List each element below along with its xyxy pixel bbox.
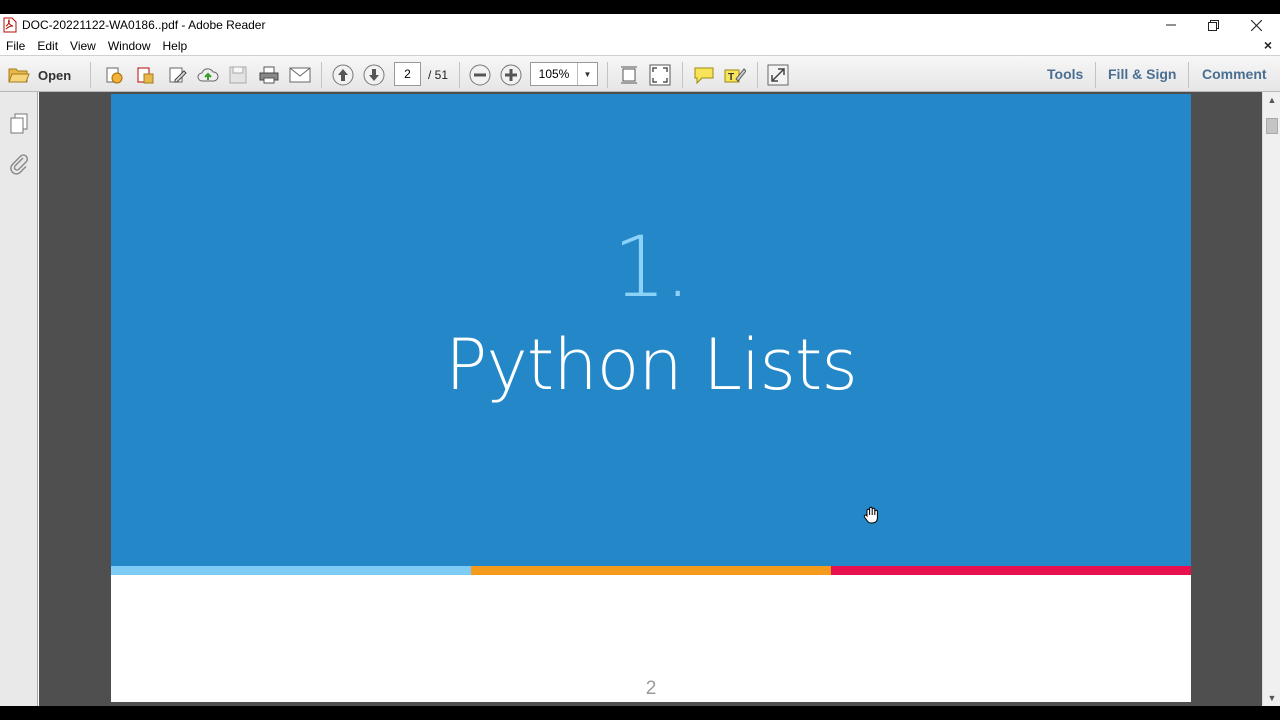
zoom-select[interactable]: 105% ▼ [530,62,598,86]
toolbar-divider [682,62,683,88]
close-icon [1250,19,1262,31]
restore-button[interactable] [1192,14,1234,36]
toolbar-divider [90,62,91,88]
scroll-up-icon[interactable]: ▲ [1263,92,1280,108]
print-icon [259,66,279,84]
document-view[interactable]: 1. Python Lists 2 [39,92,1262,706]
minimize-button[interactable] [1150,14,1192,36]
screen-top-border [0,0,1280,14]
page-total: / 51 [428,68,449,82]
toolbar-divider [1188,62,1189,88]
open-label: Open [38,67,72,83]
attachments-button[interactable] [7,152,31,176]
zoom-value: 105% [538,67,570,81]
zoom-out-icon [469,64,491,86]
toolbar: Open 2 / 51 105% ▼ T Tools Fill & Sign C… [0,55,1280,92]
fullscreen-icon [767,64,789,86]
hand-cursor-icon [863,506,878,524]
svg-text:T: T [728,72,734,83]
zoom-out-button[interactable] [468,63,492,87]
export-pdf-icon [137,67,154,84]
pdf-page: 1. Python Lists 2 [111,94,1191,702]
paperclip-icon [10,154,28,175]
create-pdf-button[interactable] [102,63,126,87]
slide-page-number: 2 [645,678,657,699]
page-thumbnails-button[interactable] [7,112,31,136]
sticky-note-button[interactable] [692,63,716,87]
slide-title: Python Lists [445,324,858,406]
toolbar-divider [321,62,322,88]
slide-section-number: 1. [612,218,691,316]
sticky-note-icon [694,67,714,85]
scrollbar-thumb[interactable] [1266,118,1278,134]
save-icon [229,66,247,84]
tab-fill-sign[interactable]: Fill & Sign [1108,66,1176,82]
email-icon [289,67,311,83]
close-window-button[interactable] [1235,14,1277,36]
adobe-reader-window: DOC-20221122-WA0186..pdf - Adobe Reader … [0,14,1280,706]
zoom-in-button[interactable] [499,63,523,87]
previous-page-button[interactable] [331,63,355,87]
save-button[interactable] [226,63,250,87]
highlight-icon: T [724,68,746,83]
stripe-light-blue [111,566,471,575]
pages-icon [10,113,28,134]
restore-icon [1207,19,1219,31]
upload-cloud-icon [197,68,219,82]
scroll-down-icon[interactable]: ▼ [1263,690,1280,706]
page-number-input[interactable]: 2 [394,62,421,86]
fullscreen-button[interactable] [766,63,790,87]
vertical-scrollbar[interactable]: ▲ ▼ [1262,92,1280,706]
folder-icon [8,68,30,83]
edit-icon [169,67,187,83]
toolbar-divider [459,62,460,88]
create-pdf-icon [106,67,123,84]
fit-page-icon [621,66,637,84]
minimize-icon [1166,24,1176,26]
menu-help[interactable]: Help [157,39,194,53]
upload-cloud-button[interactable] [196,63,220,87]
menu-view[interactable]: View [64,39,102,53]
zoom-in-icon [500,64,522,86]
title-bar: DOC-20221122-WA0186..pdf - Adobe Reader [0,14,1280,36]
email-button[interactable] [288,63,312,87]
print-button[interactable] [257,63,281,87]
fit-page-button[interactable] [617,63,641,87]
edit-button[interactable] [165,63,189,87]
close-document-button[interactable]: × [1264,37,1272,53]
menu-file[interactable]: File [0,39,31,53]
navigation-panel [0,92,38,706]
stripe-orange [471,566,831,575]
menu-edit[interactable]: Edit [31,39,64,53]
pdf-file-icon [2,17,18,33]
tab-comment[interactable]: Comment [1202,66,1267,82]
fit-width-button[interactable] [648,63,672,87]
toolbar-divider [1095,62,1096,88]
screen-bottom-border [0,706,1280,720]
next-page-icon [363,64,385,86]
fit-width-icon [649,64,671,86]
stripe-red [831,566,1191,575]
open-button[interactable]: Open [8,63,71,87]
toolbar-divider [757,62,758,88]
prev-page-icon [332,64,354,86]
toolbar-divider [607,62,608,88]
export-pdf-button[interactable] [133,63,157,87]
tab-tools[interactable]: Tools [1047,66,1083,82]
chevron-down-icon[interactable]: ▼ [577,63,597,85]
window-title: DOC-20221122-WA0186..pdf - Adobe Reader [22,18,266,32]
highlight-button[interactable]: T [723,63,747,87]
menu-bar: File Edit View Window Help × [0,36,1280,55]
next-page-button[interactable] [362,63,386,87]
menu-window[interactable]: Window [102,39,157,53]
